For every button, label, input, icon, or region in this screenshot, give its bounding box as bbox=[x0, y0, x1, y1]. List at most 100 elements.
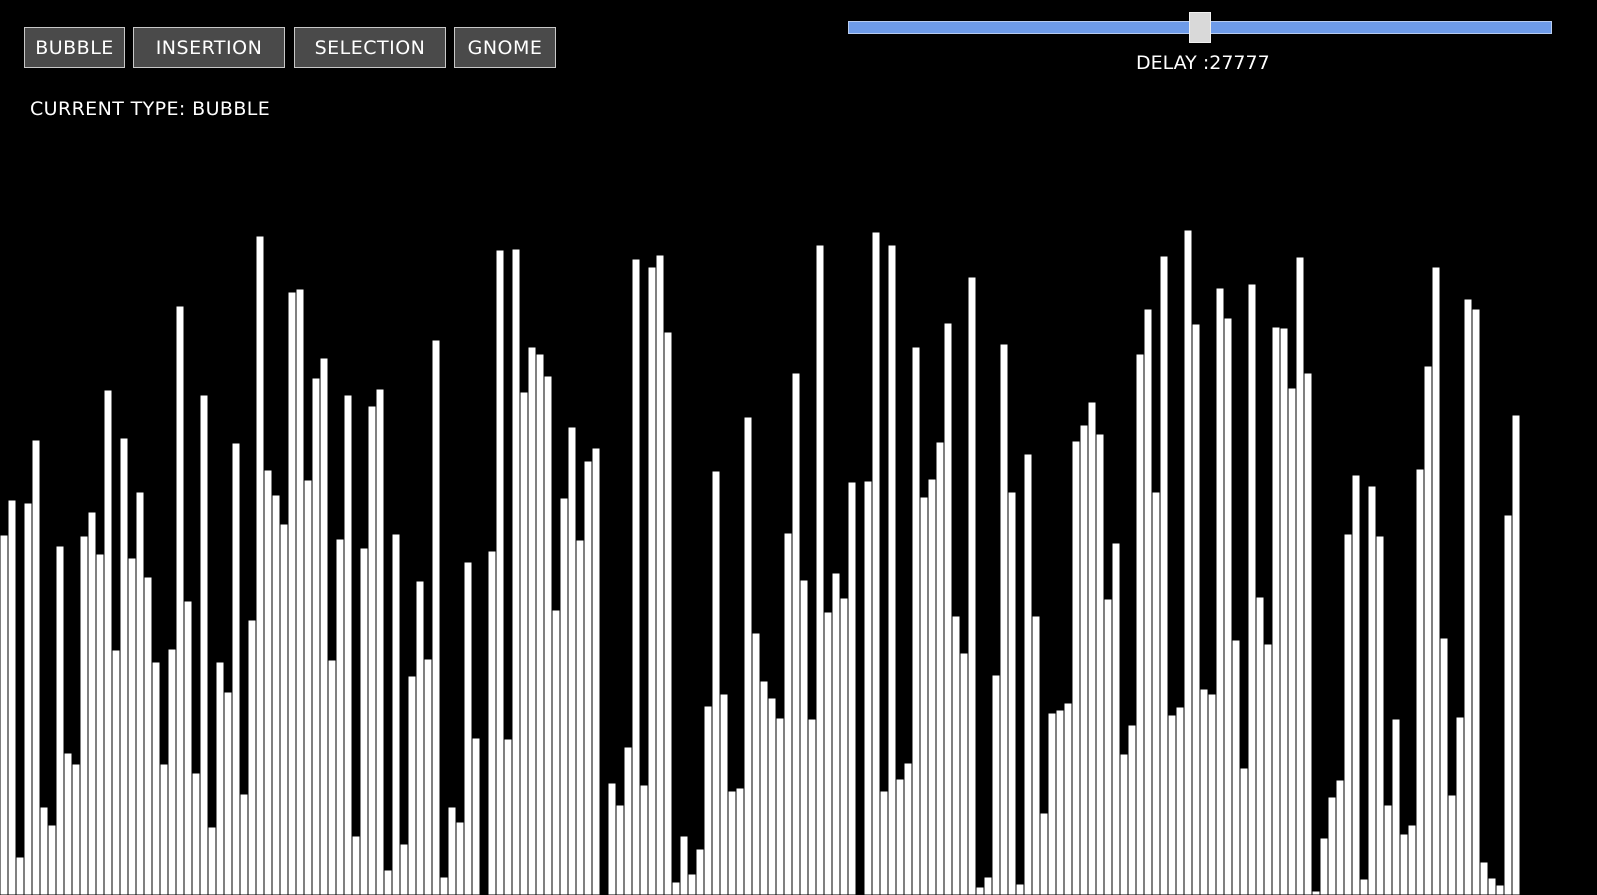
array-bar bbox=[863, 480, 873, 895]
array-bar bbox=[1255, 596, 1265, 895]
array-bar bbox=[887, 244, 897, 895]
array-bar bbox=[375, 388, 385, 895]
array-bar bbox=[199, 394, 209, 895]
array-bar bbox=[743, 416, 753, 895]
array-bar bbox=[295, 288, 305, 895]
array-bar bbox=[1471, 308, 1481, 895]
array-bar bbox=[631, 258, 641, 895]
array-bar bbox=[343, 394, 353, 895]
array-bar bbox=[255, 235, 265, 895]
array-bar bbox=[1263, 643, 1273, 895]
array-bar bbox=[1007, 491, 1017, 895]
array-bar bbox=[935, 441, 945, 895]
array-bar bbox=[1287, 387, 1297, 895]
array-bar bbox=[1087, 401, 1097, 895]
delay-slider-thumb[interactable] bbox=[1189, 12, 1211, 43]
array-bar bbox=[327, 659, 337, 895]
array-bar bbox=[15, 856, 25, 895]
array-bar bbox=[55, 545, 65, 895]
array-bar bbox=[783, 532, 793, 895]
array-bar bbox=[1503, 514, 1513, 895]
current-type-label: CURRENT TYPE: BUBBLE bbox=[30, 98, 271, 120]
array-bar bbox=[47, 824, 57, 895]
array-bar bbox=[23, 502, 33, 895]
array-bar bbox=[127, 557, 137, 895]
array-bar bbox=[87, 511, 97, 895]
array-bar bbox=[1447, 794, 1457, 895]
array-bar bbox=[967, 276, 977, 895]
array-bar bbox=[1207, 693, 1217, 895]
array-bar bbox=[263, 469, 273, 895]
array-bar bbox=[511, 248, 521, 895]
array-bar bbox=[567, 426, 577, 895]
array-bar bbox=[319, 357, 329, 895]
array-bar bbox=[895, 778, 905, 895]
array-bar bbox=[543, 375, 553, 895]
array-bar bbox=[1039, 812, 1049, 895]
array-bar bbox=[1495, 884, 1505, 895]
array-bar bbox=[399, 843, 409, 895]
array-bar bbox=[1215, 287, 1225, 895]
array-bar bbox=[991, 674, 1001, 895]
array-bar bbox=[207, 826, 217, 895]
array-bar bbox=[1295, 256, 1305, 895]
array-bar bbox=[911, 346, 921, 895]
selection-sort-button[interactable]: SELECTION bbox=[294, 27, 446, 68]
array-bar bbox=[1407, 824, 1417, 895]
array-bar bbox=[1327, 796, 1337, 895]
bubble-sort-button[interactable]: BUBBLE bbox=[24, 27, 125, 68]
array-bar bbox=[95, 553, 105, 895]
array-bar bbox=[119, 437, 129, 895]
array-bar bbox=[0, 534, 9, 895]
array-bar bbox=[103, 389, 113, 895]
array-bar bbox=[615, 804, 625, 895]
array-bar bbox=[847, 481, 857, 895]
array-bar bbox=[31, 439, 41, 895]
array-bar bbox=[671, 881, 681, 895]
gnome-sort-button[interactable]: GNOME bbox=[454, 27, 556, 68]
array-bar bbox=[623, 746, 633, 895]
array-bar bbox=[367, 405, 377, 895]
array-bar bbox=[135, 491, 145, 895]
array-bar bbox=[975, 886, 985, 895]
array-bar bbox=[439, 876, 449, 895]
array-bar bbox=[1031, 615, 1041, 895]
array-bar bbox=[487, 550, 497, 895]
array-bar bbox=[359, 547, 369, 895]
array-bar bbox=[1159, 255, 1169, 895]
array-bar bbox=[663, 331, 673, 895]
array-bar bbox=[1199, 688, 1209, 895]
array-bar bbox=[223, 691, 233, 895]
delay-slider[interactable] bbox=[848, 12, 1552, 43]
array-bar bbox=[183, 600, 193, 895]
array-bar bbox=[807, 718, 817, 895]
array-bar bbox=[687, 873, 697, 895]
array-bar bbox=[1399, 833, 1409, 895]
array-bar bbox=[1151, 491, 1161, 895]
array-bar bbox=[351, 835, 361, 895]
array-bar bbox=[167, 648, 177, 895]
insertion-sort-button[interactable]: INSERTION bbox=[133, 27, 285, 68]
array-bar bbox=[1063, 702, 1073, 895]
array-bar bbox=[607, 782, 617, 895]
array-bar bbox=[871, 231, 881, 895]
array-bar bbox=[407, 675, 417, 895]
array-bar bbox=[503, 738, 513, 895]
array-bar bbox=[719, 693, 729, 895]
array-bar bbox=[903, 762, 913, 895]
array-bar bbox=[7, 499, 17, 895]
array-bar bbox=[1311, 890, 1321, 895]
array-bar bbox=[495, 249, 505, 895]
array-bar bbox=[39, 806, 49, 895]
array-bar bbox=[759, 680, 769, 895]
array-bar bbox=[831, 572, 841, 895]
array-bar bbox=[63, 752, 73, 895]
delay-label: DELAY :27777 bbox=[1136, 52, 1270, 74]
array-bar bbox=[1071, 440, 1081, 895]
array-bar bbox=[1367, 485, 1377, 895]
array-bar bbox=[1271, 326, 1281, 895]
array-bar bbox=[1047, 712, 1057, 895]
array-bar bbox=[519, 391, 529, 895]
array-bar bbox=[303, 479, 313, 895]
array-bar bbox=[1391, 718, 1401, 895]
